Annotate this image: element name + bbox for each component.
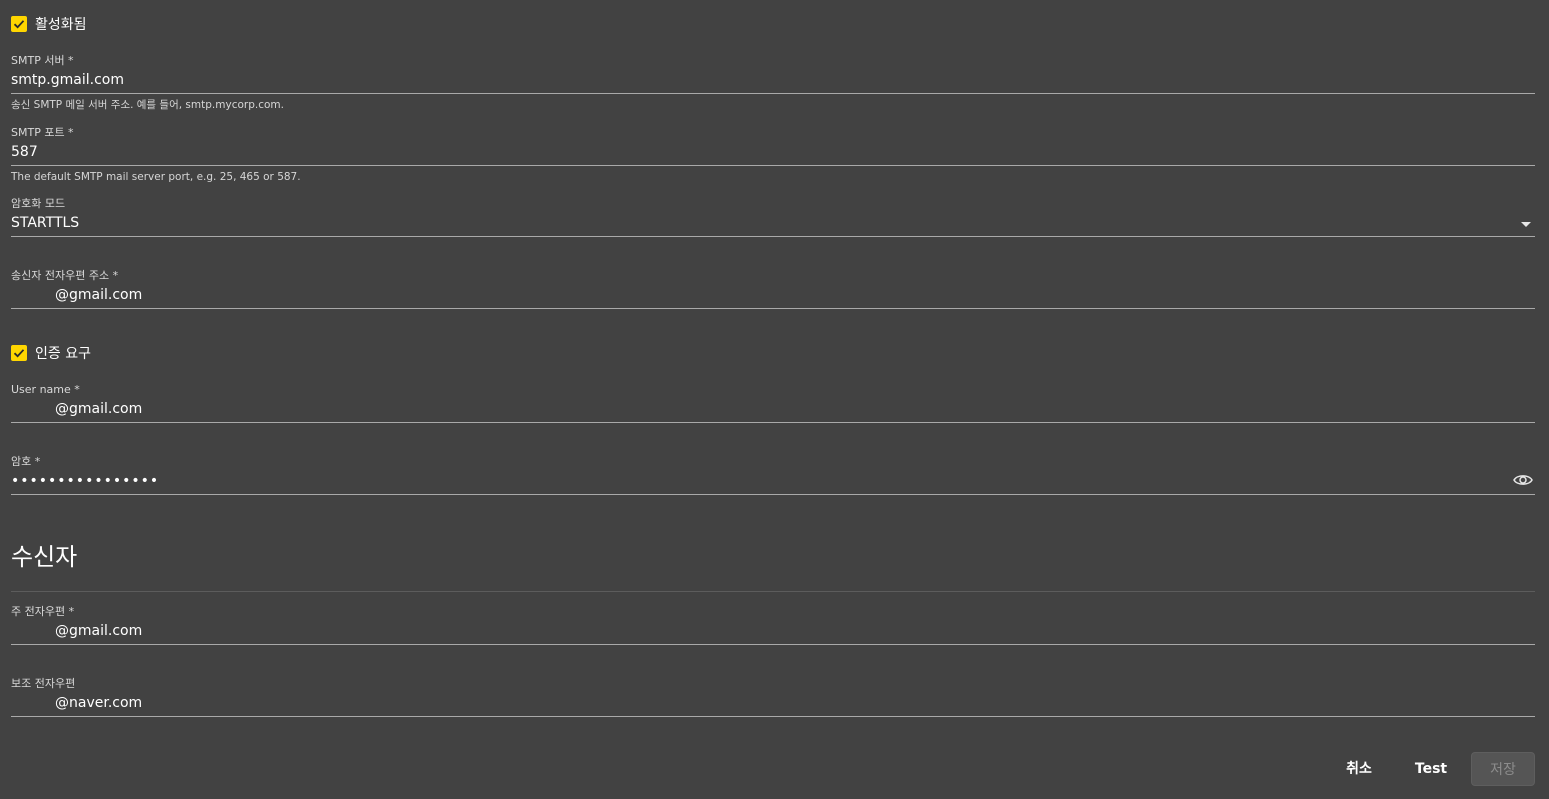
username-input[interactable]: @gmail.com <box>11 400 1535 418</box>
auth-required-checkbox-row[interactable]: 인증 요구 <box>11 343 91 363</box>
dropdown-arrow-icon[interactable] <box>1521 222 1531 227</box>
smtp-port-hint: The default SMTP mail server port, e.g. … <box>11 171 301 183</box>
secondary-email-input[interactable]: @naver.com <box>11 694 1535 712</box>
sender-email-input[interactable]: @gmail.com <box>11 286 1535 304</box>
auth-required-checkbox[interactable] <box>11 345 27 361</box>
encryption-mode-label: 암호화 모드 <box>11 197 66 210</box>
password-input[interactable]: •••••••••••••••• <box>11 472 1535 490</box>
test-button[interactable]: Test <box>1406 752 1456 786</box>
smtp-server-input-wrap[interactable]: smtp.gmail.com <box>11 71 1535 94</box>
smtp-port-field[interactable]: SMTP 포트 * 587 The default SMTP mail serv… <box>11 126 1535 183</box>
encryption-mode-field[interactable]: 암호화 모드 STARTTLS <box>11 197 1535 237</box>
username-label: User name * <box>11 383 80 396</box>
show-password-eye-icon[interactable] <box>1513 472 1533 491</box>
smtp-server-hint: 송신 SMTP 메일 서버 주소. 예를 들어, smtp.mycorp.com… <box>11 99 284 111</box>
enabled-checkbox-row[interactable]: 활성화됨 <box>11 14 87 34</box>
password-input-wrap[interactable]: •••••••••••••••• <box>11 472 1535 495</box>
recipients-section-title: 수신자 <box>11 543 78 571</box>
sender-email-field[interactable]: 송신자 전자우편 주소 * @gmail.com <box>11 269 1535 309</box>
section-divider <box>11 591 1535 592</box>
enabled-label: 활성화됨 <box>35 17 87 33</box>
secondary-email-label: 보조 전자우편 <box>11 677 76 690</box>
secondary-email-field[interactable]: 보조 전자우편 @naver.com <box>11 677 1535 717</box>
primary-email-input-wrap[interactable]: @gmail.com <box>11 622 1535 645</box>
smtp-settings-form: 활성화됨 SMTP 서버 * smtp.gmail.com 송신 SMTP 메일… <box>0 0 1549 799</box>
smtp-server-label: SMTP 서버 * <box>11 54 74 67</box>
smtp-port-input[interactable]: 587 <box>11 143 1535 161</box>
auth-required-label: 인증 요구 <box>35 346 91 362</box>
password-field[interactable]: 암호 * •••••••••••••••• <box>11 455 1535 495</box>
smtp-server-input[interactable]: smtp.gmail.com <box>11 71 1535 89</box>
username-input-wrap[interactable]: @gmail.com <box>11 400 1535 423</box>
smtp-server-field[interactable]: SMTP 서버 * smtp.gmail.com 송신 SMTP 메일 서버 주… <box>11 54 1535 111</box>
sender-email-label: 송신자 전자우편 주소 * <box>11 269 119 282</box>
cancel-button[interactable]: 취소 <box>1333 752 1385 786</box>
primary-email-label: 주 전자우편 * <box>11 605 75 618</box>
enabled-checkbox[interactable] <box>11 16 27 32</box>
encryption-mode-select[interactable]: STARTTLS <box>11 214 1535 237</box>
primary-email-field[interactable]: 주 전자우편 * @gmail.com <box>11 605 1535 645</box>
smtp-port-input-wrap[interactable]: 587 <box>11 143 1535 166</box>
smtp-port-label: SMTP 포트 * <box>11 126 74 139</box>
checkmark-icon <box>13 20 25 29</box>
encryption-mode-value[interactable]: STARTTLS <box>11 214 1535 232</box>
sender-email-input-wrap[interactable]: @gmail.com <box>11 286 1535 309</box>
password-label: 암호 * <box>11 455 41 468</box>
primary-email-input[interactable]: @gmail.com <box>11 622 1535 640</box>
checkmark-icon <box>13 349 25 358</box>
username-field[interactable]: User name * @gmail.com <box>11 383 1535 423</box>
save-button[interactable]: 저장 <box>1471 752 1535 786</box>
secondary-email-input-wrap[interactable]: @naver.com <box>11 694 1535 717</box>
